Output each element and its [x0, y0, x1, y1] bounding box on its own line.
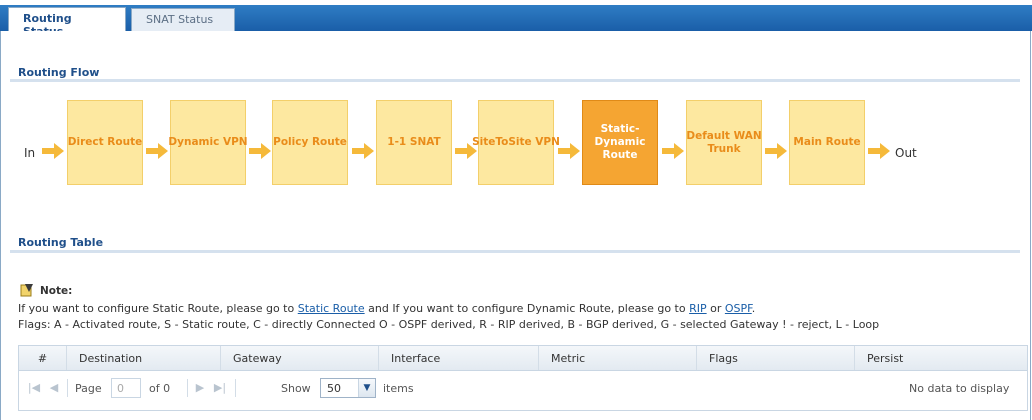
flow-out-label: Out [895, 146, 917, 160]
note-flags-legend: Flags: A - Activated route, S - Static r… [18, 318, 880, 331]
flow-step-label: 1-1 SNAT [387, 136, 441, 148]
page-size-select[interactable]: 50 ▼ [320, 378, 376, 398]
page-count-label: of 0 [149, 382, 171, 395]
column-header-destination[interactable]: Destination [67, 346, 221, 370]
page-size-value: 50 [327, 382, 341, 395]
flow-in-label: In [24, 146, 36, 160]
flow-arrow-icon [249, 143, 271, 159]
pager-divider [235, 379, 236, 397]
flow-step-direct-route: Direct Route [67, 100, 143, 185]
routing-table-divider [10, 250, 1020, 253]
column-header-interface[interactable]: Interface [379, 346, 539, 370]
note-line-configure: If you want to configure Static Route, p… [18, 302, 755, 315]
column-header-flags[interactable]: Flags [697, 346, 855, 370]
note-text: or [706, 302, 725, 315]
flow-arrow-icon [662, 143, 684, 159]
note-text: . [751, 302, 756, 315]
routing-flow-title: Routing Flow [18, 66, 100, 79]
flow-step-sitetosite-vpn: SiteToSite VPN [472, 100, 560, 185]
flow-arrow-icon [765, 143, 787, 159]
flow-step-label: Default WAN Trunk [686, 129, 762, 155]
flow-step-1-1-snat: 1-1 SNAT [376, 100, 452, 185]
flow-arrow-icon [42, 143, 64, 159]
note-text: and If you want to configure Dynamic Rou… [364, 302, 690, 315]
column-header-gateway[interactable]: Gateway [221, 346, 379, 370]
flow-step-default-wan-trunk: Default WAN Trunk [686, 100, 762, 185]
tab-bar: Routing Status SNAT Status [0, 5, 1032, 38]
table-header: # Destination Gateway Interface Metric F… [19, 346, 1027, 371]
flow-step-main-route: Main Route [789, 100, 865, 185]
flow-arrow-icon [868, 143, 890, 159]
rip-link[interactable]: RIP [689, 302, 707, 315]
items-label: items [383, 382, 414, 395]
flow-arrow-icon [558, 143, 580, 159]
pagination-bar: |◀ ◀ Page 0 of 0 ▶ ▶| Show 50 ▼ items No… [19, 371, 1027, 409]
flow-step-dynamic-vpn: Dynamic VPN [168, 100, 248, 185]
last-page-icon[interactable]: ▶| [213, 380, 227, 396]
pager-divider [187, 379, 188, 397]
note-icon [20, 284, 33, 297]
page-label: Page [75, 382, 102, 395]
column-header-number[interactable]: # [19, 346, 67, 370]
previous-page-icon[interactable]: ◀ [47, 380, 61, 396]
flow-step-label: Dynamic VPN [168, 136, 248, 148]
flow-step-label: Main Route [793, 136, 861, 148]
flow-arrow-icon [455, 143, 477, 159]
ospf-link[interactable]: OSPF [725, 302, 752, 315]
static-route-link[interactable]: Static Route [298, 302, 365, 315]
note-text: If you want to configure Static Route, p… [18, 302, 298, 315]
tab-routing-status[interactable]: Routing Status [8, 7, 126, 38]
routing-flow-divider [10, 79, 1020, 82]
flow-step-label: Static-Dynamic Route [594, 123, 646, 161]
column-header-metric[interactable]: Metric [539, 346, 697, 370]
first-page-icon[interactable]: |◀ [27, 380, 41, 396]
flow-step-label: SiteToSite VPN [472, 136, 560, 148]
note-title: Note: [40, 285, 73, 297]
show-label: Show [281, 382, 311, 395]
routing-table-title: Routing Table [18, 236, 104, 249]
flow-arrow-icon [352, 143, 374, 159]
chevron-down-icon[interactable]: ▼ [358, 379, 375, 397]
column-header-persist[interactable]: Persist [855, 346, 1027, 370]
flow-step-static-dynamic-route: Static-Dynamic Route [582, 100, 658, 185]
flow-step-label: Direct Route [67, 136, 143, 148]
tab-snat-status[interactable]: SNAT Status [131, 8, 235, 31]
flow-step-policy-route: Policy Route [272, 100, 348, 185]
next-page-icon[interactable]: ▶ [193, 380, 207, 396]
pager-divider [67, 379, 68, 397]
flow-step-label: Policy Route [273, 136, 347, 148]
routing-table-grid: # Destination Gateway Interface Metric F… [18, 345, 1028, 411]
empty-message: No data to display [909, 382, 1010, 395]
page-number-input[interactable]: 0 [111, 378, 141, 398]
flow-arrow-icon [146, 143, 168, 159]
